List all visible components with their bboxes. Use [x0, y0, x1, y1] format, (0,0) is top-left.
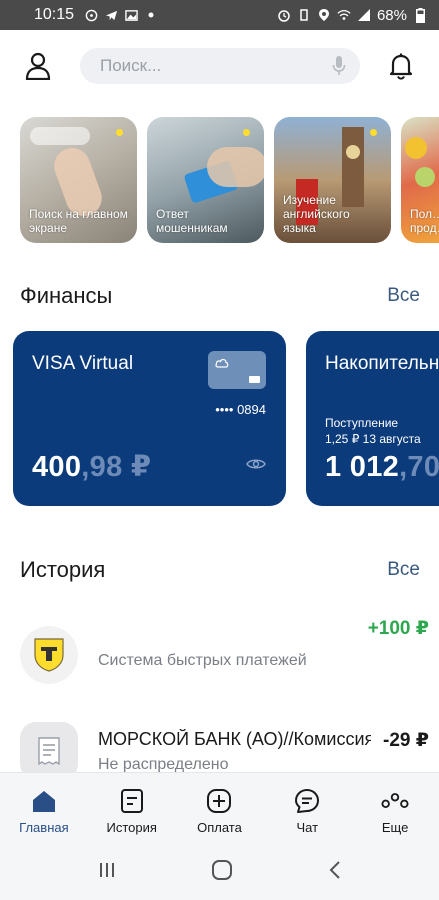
more-icon: [381, 787, 409, 815]
alarm-icon: [277, 8, 291, 22]
home-system-icon[interactable]: [211, 859, 233, 886]
story-unread-dot: [370, 129, 377, 136]
story-caption: Пол… прод…: [410, 207, 439, 235]
profile-button[interactable]: [20, 48, 56, 84]
top-header: [0, 30, 439, 102]
battery-icon: [413, 7, 427, 23]
finance-all-link[interactable]: Все: [387, 285, 420, 307]
card-balance: 400,98 ₽: [32, 451, 152, 483]
search-input[interactable]: [100, 56, 332, 76]
bell-icon: [389, 53, 413, 80]
system-navigation-bar: [0, 844, 439, 900]
history-title: МОРСКОЙ БАНК (АО)//Комиссия: [98, 729, 371, 749]
recent-apps-icon[interactable]: [97, 860, 117, 885]
history-title: История: [20, 557, 106, 582]
location-icon: [317, 8, 331, 22]
history-amount: +100 ₽: [367, 618, 429, 639]
story-card[interactable]: Поиск на главном экране: [20, 117, 137, 243]
history-row[interactable]: МОРСКОЙ БАНК (АО)//Комиссия Не распредел…: [0, 718, 439, 780]
gallery-icon: [124, 8, 138, 22]
nav-more[interactable]: Еще: [351, 773, 439, 844]
profile-icon: [25, 52, 51, 80]
cloud-icon: [215, 358, 229, 368]
app-screen: 10:15 68% Поиск... Поиск на главном экра…: [0, 0, 439, 900]
battery-percent: 68%: [376, 6, 407, 24]
status-time: 10:15: [34, 6, 75, 23]
story-card[interactable]: Пол… прод…: [401, 117, 439, 243]
card-title: VISA Virtual: [32, 353, 134, 374]
history-amount: -29 ₽: [383, 730, 429, 751]
nav-chat[interactable]: Чат: [263, 773, 351, 844]
history-subtitle: Система быстрых платежей: [98, 652, 307, 669]
status-bar: 10:15 68%: [0, 0, 439, 30]
telegram-icon: [104, 8, 118, 22]
card-number: •••• 0894: [215, 402, 266, 417]
eye-icon[interactable]: [246, 457, 266, 476]
story-unread-dot: [116, 129, 123, 136]
card-chip: [249, 376, 260, 383]
signal-icon: [357, 8, 371, 22]
history-icon: [118, 787, 146, 815]
history-all-link[interactable]: Все: [387, 559, 420, 581]
finance-title: Финансы: [20, 283, 113, 308]
payment-icon: [205, 787, 233, 815]
chat-icon: [293, 787, 321, 815]
tinkoff-logo-icon: [20, 626, 78, 684]
story-caption: Ответ мошенникам: [156, 207, 228, 235]
story-card[interactable]: Изучение английского языка: [274, 117, 391, 243]
account-card-visa[interactable]: VISA Virtual •••• 0894 400,98 ₽: [13, 331, 286, 506]
nav-history[interactable]: История: [88, 773, 176, 844]
account-card-savings[interactable]: Накопительн Поступление 1,25 ₽ 13 август…: [306, 331, 439, 506]
history-row[interactable]: Система быстрых платежей +100 ₽: [0, 612, 439, 702]
story-search-graphic: [30, 127, 90, 145]
card-title: Накопительн: [325, 353, 439, 374]
bottom-navigation: Главная История Оплата Чат Еще: [0, 772, 439, 844]
story-card[interactable]: Ответ мошенникам: [147, 117, 264, 243]
search-bar[interactable]: [80, 48, 360, 84]
back-icon[interactable]: [328, 859, 342, 886]
nav-home[interactable]: Главная: [0, 773, 88, 844]
story-caption: Изучение английского языка: [283, 193, 350, 235]
notifications-button[interactable]: [383, 48, 419, 84]
card-income-info: Поступление 1,25 ₽ 13 августа: [325, 416, 421, 446]
story-unread-dot: [243, 129, 250, 136]
dot-icon: [144, 8, 158, 22]
home-icon: [30, 787, 58, 815]
card-balance: 1 012,70: [325, 451, 439, 483]
story-caption: Поиск на главном экране: [29, 207, 128, 235]
nav-payment[interactable]: Оплата: [176, 773, 264, 844]
microphone-icon[interactable]: [332, 55, 346, 77]
vibrate-icon: [297, 8, 311, 22]
card-thumbnail: [208, 351, 266, 389]
viber-icon: [84, 8, 98, 22]
stories-carousel[interactable]: Поиск на главном экране Ответ мошенникам…: [20, 117, 439, 243]
wifi-icon: [337, 8, 351, 22]
